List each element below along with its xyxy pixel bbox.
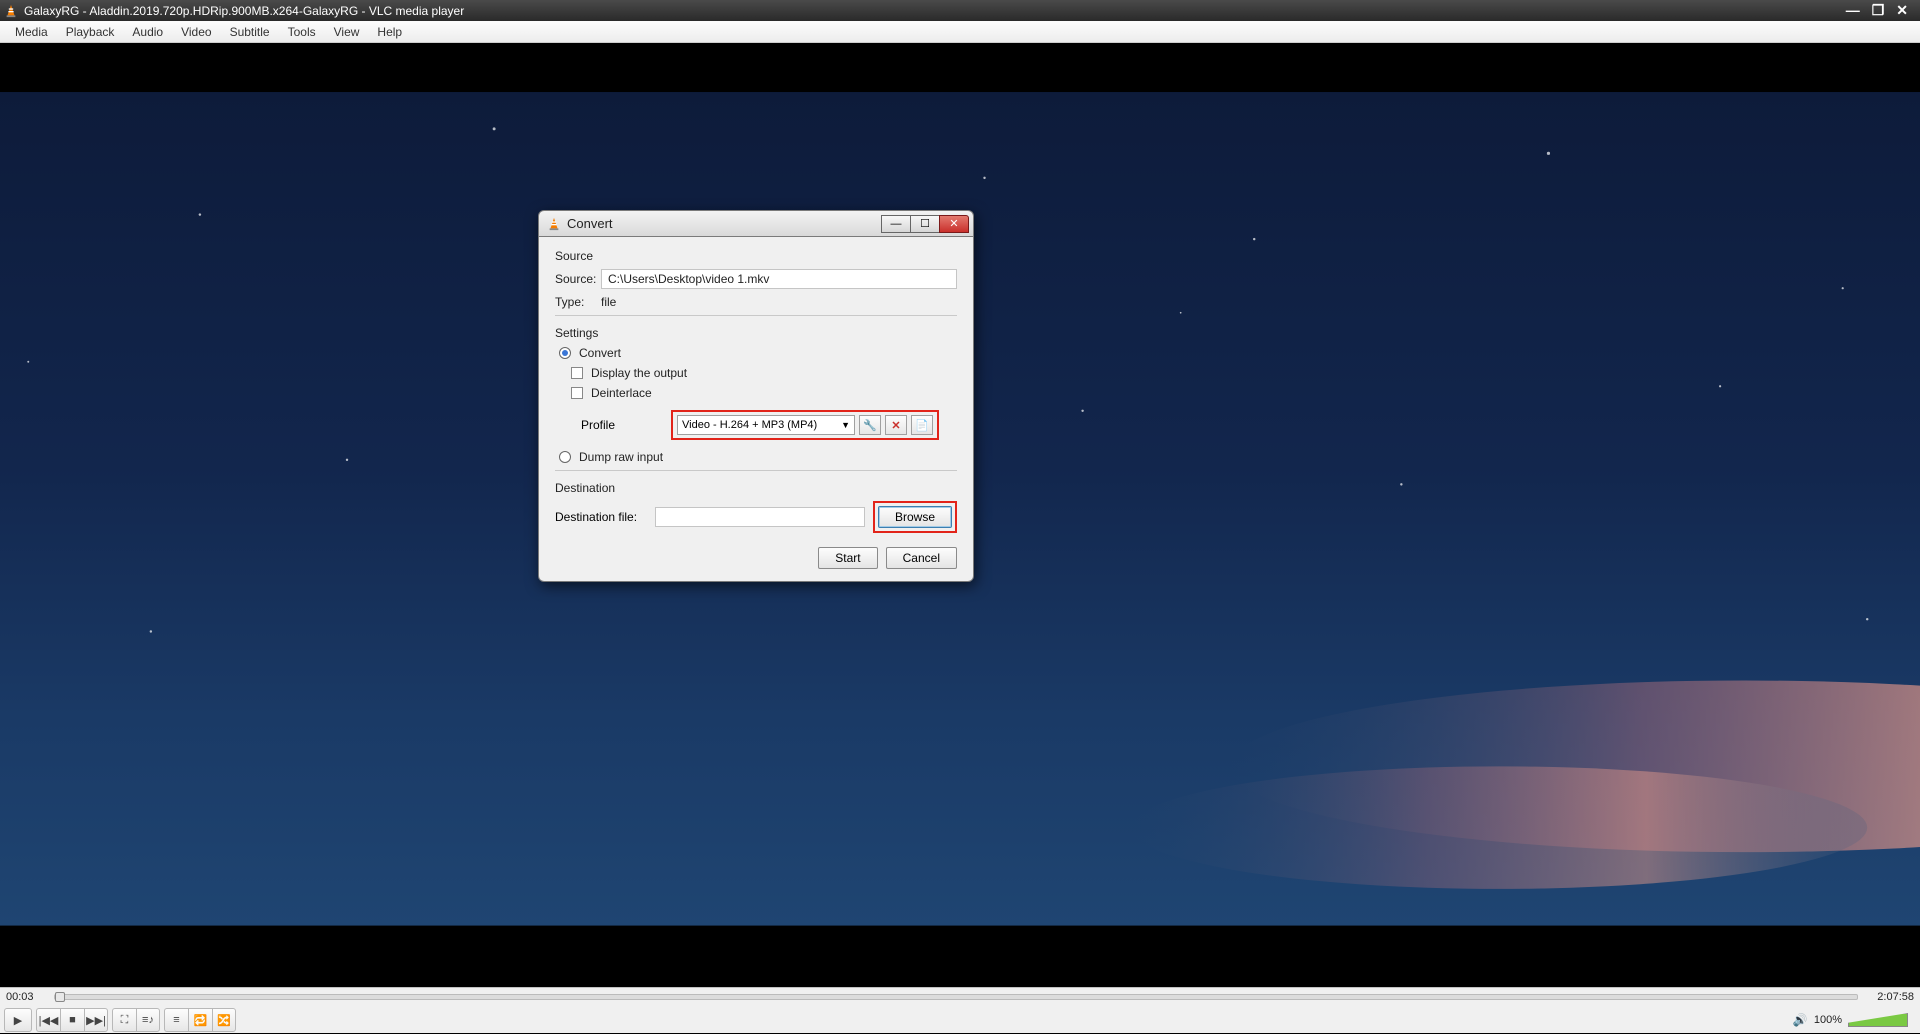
vlc-cone-icon [547,217,561,231]
minimize-button[interactable]: — [1846,2,1860,19]
playlist-button[interactable]: ≡ [164,1008,188,1032]
extended-settings-button[interactable]: ≡♪ [136,1008,160,1032]
destination-section-label: Destination [555,481,957,495]
time-elapsed: 00:03 [6,991,48,1003]
loop-button[interactable]: 🔁 [188,1008,212,1032]
menu-subtitle[interactable]: Subtitle [221,25,279,39]
browse-highlight: Browse [873,501,957,533]
mute-icon[interactable]: 🔊 [1793,1013,1808,1027]
edit-profile-button[interactable]: 🔧 [859,415,881,435]
app-title: GalaxyRG - Aladdin.2019.720p.HDRip.900MB… [24,4,1846,18]
menu-video[interactable]: Video [172,25,220,39]
chevron-down-icon: ▼ [841,420,850,430]
source-input[interactable] [601,269,957,289]
playback-controls: 00:03 2:07:58 ▶ |◀◀ ■ ▶▶| ⛶ ≡♪ ≡ 🔁 🔀 🔊 1… [0,987,1920,1033]
type-value: file [601,295,616,309]
volume-slider[interactable] [1848,1013,1908,1027]
convert-dialog: Convert — ☐ ✕ Source Source: Type: file … [538,210,974,582]
cancel-button[interactable]: Cancel [886,547,957,569]
delete-profile-button[interactable]: ✕ [885,415,907,435]
profile-select-value: Video - H.264 + MP3 (MP4) [682,419,817,431]
dialog-titlebar[interactable]: Convert — ☐ ✕ [538,210,974,236]
profile-select[interactable]: Video - H.264 + MP3 (MP4) ▼ [677,415,855,435]
menubar: Media Playback Audio Video Subtitle Tool… [0,21,1920,43]
deinterlace-label: Deinterlace [591,386,652,400]
maximize-button[interactable]: ❐ [1872,2,1885,19]
profile-label: Profile [581,418,661,432]
volume-label: 100% [1814,1014,1842,1026]
vlc-cone-icon [4,4,18,18]
deinterlace-checkbox[interactable] [571,387,583,399]
dialog-minimize-button[interactable]: — [881,215,911,233]
start-button[interactable]: Start [818,547,877,569]
next-button[interactable]: ▶▶| [84,1008,108,1032]
new-profile-button[interactable]: 📄 [911,415,933,435]
shuffle-button[interactable]: 🔀 [212,1008,236,1032]
play-button[interactable]: ▶ [4,1008,32,1032]
app-titlebar: GalaxyRG - Aladdin.2019.720p.HDRip.900MB… [0,0,1920,21]
convert-radio-label: Convert [579,346,621,360]
menu-audio[interactable]: Audio [123,25,172,39]
fullscreen-button[interactable]: ⛶ [112,1008,136,1032]
destination-file-input[interactable] [655,507,865,527]
browse-button[interactable]: Browse [878,506,952,528]
menu-help[interactable]: Help [368,25,411,39]
dialog-close-button[interactable]: ✕ [939,215,969,233]
destination-file-label: Destination file: [555,510,647,524]
dump-raw-label: Dump raw input [579,450,663,464]
dialog-title: Convert [567,216,882,231]
settings-section-label: Settings [555,326,957,340]
menu-tools[interactable]: Tools [279,25,325,39]
close-button[interactable]: ✕ [1896,2,1908,19]
menu-view[interactable]: View [325,25,369,39]
source-label: Source: [555,272,601,286]
stop-button[interactable]: ■ [60,1008,84,1032]
type-label: Type: [555,295,601,309]
prev-button[interactable]: |◀◀ [36,1008,60,1032]
profile-highlight: Video - H.264 + MP3 (MP4) ▼ 🔧 ✕ 📄 [671,410,939,440]
dialog-maximize-button[interactable]: ☐ [910,215,940,233]
seek-slider[interactable] [54,994,1858,1000]
time-total: 2:07:58 [1864,991,1914,1003]
convert-radio[interactable] [559,347,571,359]
display-output-label: Display the output [591,366,687,380]
menu-playback[interactable]: Playback [57,25,124,39]
menu-media[interactable]: Media [6,25,57,39]
dump-raw-radio[interactable] [559,451,571,463]
source-section-label: Source [555,249,957,263]
display-output-checkbox[interactable] [571,367,583,379]
